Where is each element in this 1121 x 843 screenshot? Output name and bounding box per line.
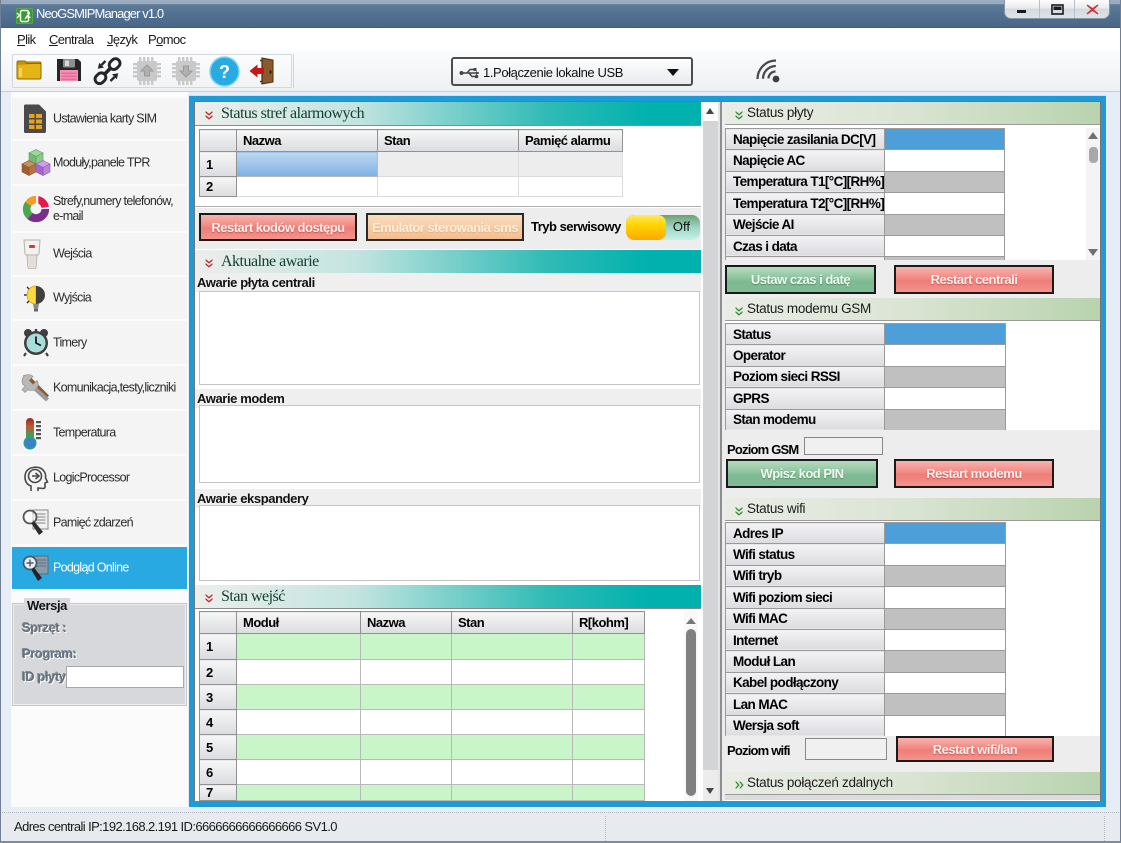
- svg-text:?: ?: [219, 62, 230, 82]
